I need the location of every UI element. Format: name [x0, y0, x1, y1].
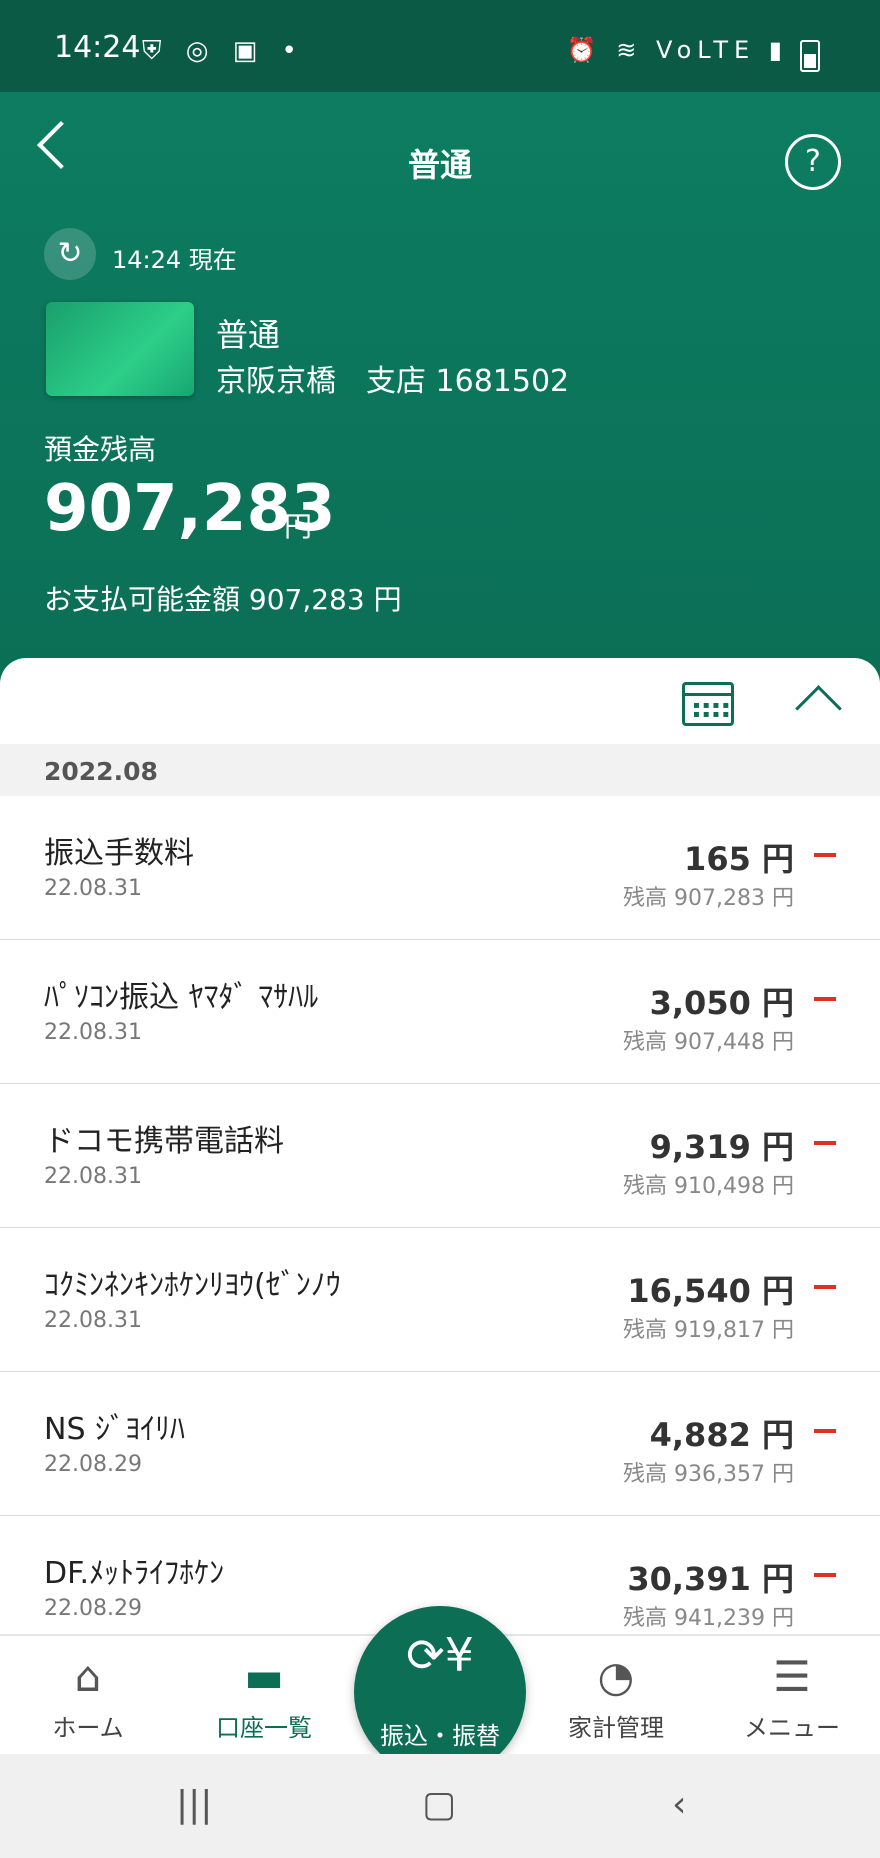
available-amount: お支払可能金額 907,283 円: [44, 583, 402, 616]
transaction-name: DF.ﾒｯﾄﾗｲﾌﾎｹﾝ: [44, 1556, 225, 1591]
home-system-icon[interactable]: ▢: [422, 1784, 456, 1825]
transaction-name: ドコモ携帯電話料: [44, 1124, 284, 1159]
withdrawal-minus-icon: [814, 1141, 836, 1145]
nav-accounts-label: 口座一覧: [216, 1714, 312, 1742]
transaction-row[interactable]: ｺｸﾐﾝﾈﾝｷﾝﾎｹﾝﾘﾖｳ(ｾﾞﾝﾉｳ 22.08.31 16,540 円 残…: [0, 1228, 880, 1373]
transaction-row[interactable]: NS ｼﾞﾖｲﾘﾊ 22.08.29 4,882 円 残高 936,357 円: [0, 1372, 880, 1517]
transaction-row[interactable]: ﾊﾟｿｺﾝ振込 ﾔﾏﾀﾞ ﾏｻﾊﾙ 22.08.31 3,050 円 残高 90…: [0, 940, 880, 1085]
page-title: 普通: [407, 146, 472, 184]
transaction-balance: 残高 941,239 円: [623, 1606, 794, 1631]
transaction-balance: 残高 910,498 円: [623, 1174, 794, 1199]
withdrawal-minus-icon: [814, 853, 836, 857]
recent-apps-icon[interactable]: |||: [176, 1784, 212, 1825]
withdrawal-minus-icon: [814, 1429, 836, 1433]
balance-label: 預金残高: [44, 433, 157, 466]
home-icon: ⌂: [74, 1652, 102, 1701]
account-card-icon: ▬: [244, 1652, 284, 1701]
transaction-date: 22.08.29: [44, 1596, 142, 1621]
transaction-date: 22.08.31: [44, 876, 142, 901]
transaction-row[interactable]: 振込手数料 22.08.31 165 円 残高 907,283 円: [0, 796, 880, 941]
status-notification-icons: ⛨ ◎ ▣ •: [142, 36, 305, 66]
nav-home-label: ホーム: [52, 1714, 124, 1742]
transaction-date: 22.08.31: [44, 1308, 142, 1333]
pie-chart-icon: ◔: [597, 1652, 635, 1701]
help-button[interactable]: ?: [785, 134, 841, 190]
status-time: 14:24: [54, 30, 141, 65]
transaction-name: ｺｸﾐﾝﾈﾝｷﾝﾎｹﾝﾘﾖｳ(ｾﾞﾝﾉｳ: [44, 1268, 341, 1303]
battery-icon: [800, 40, 820, 72]
transaction-balance: 残高 936,357 円: [623, 1462, 794, 1487]
transaction-amount: 30,391 円: [627, 1560, 794, 1598]
refresh-icon[interactable]: ↻: [44, 228, 96, 280]
transaction-date: 22.08.29: [44, 1452, 142, 1477]
transaction-date: 22.08.31: [44, 1020, 142, 1045]
month-label: 2022.08: [44, 757, 158, 786]
transaction-amount: 4,882 円: [649, 1416, 794, 1454]
withdrawal-minus-icon: [814, 1573, 836, 1577]
nav-household[interactable]: ◔ 家計管理: [528, 1636, 704, 1756]
transaction-name: ﾊﾟｿｺﾝ振込 ﾔﾏﾀﾞ ﾏｻﾊﾙ: [44, 980, 319, 1015]
update-time: 14:24 現在: [112, 246, 237, 274]
transaction-amount: 165 円: [684, 840, 794, 878]
transaction-name: NS ｼﾞﾖｲﾘﾊ: [44, 1412, 186, 1447]
transaction-name: 振込手数料: [44, 836, 194, 871]
month-header: 2022.08: [0, 744, 880, 796]
transaction-amount: 16,540 円: [627, 1272, 794, 1310]
status-system-icons: ⏰ ≋ VoLTE ▮: [566, 36, 788, 64]
transfer-button[interactable]: ⟳¥ 振込・振替: [354, 1606, 526, 1778]
withdrawal-minus-icon: [814, 997, 836, 1001]
nav-accounts[interactable]: ▬ 口座一覧: [176, 1636, 352, 1756]
transaction-balance: 残高 907,283 円: [623, 886, 794, 911]
account-branch-number: 京阪京橋 支店 1681502: [216, 364, 570, 399]
nav-home[interactable]: ⌂ ホーム: [0, 1636, 176, 1756]
account-card-image: [46, 302, 194, 396]
yen-exchange-icon: ⟳¥: [406, 1628, 474, 1682]
withdrawal-minus-icon: [814, 1285, 836, 1289]
calendar-icon[interactable]: ▪▪▪▪ ▪▪▪▪: [682, 682, 734, 726]
system-nav-bar: ||| ▢ ‹: [0, 1754, 880, 1858]
transaction-date: 22.08.31: [44, 1164, 142, 1189]
hamburger-menu-icon: ☰: [773, 1652, 811, 1701]
nav-menu[interactable]: ☰ メニュー: [704, 1636, 880, 1756]
nav-menu-label: メニュー: [744, 1714, 840, 1742]
balance-unit: 円: [284, 510, 313, 543]
transaction-balance: 残高 907,448 円: [623, 1030, 794, 1055]
nav-household-label: 家計管理: [568, 1714, 664, 1742]
transaction-amount: 9,319 円: [649, 1128, 794, 1166]
account-name: 普通: [216, 316, 281, 354]
transaction-amount: 3,050 円: [649, 984, 794, 1022]
transaction-balance: 残高 919,817 円: [623, 1318, 794, 1343]
transfer-button-label: 振込・振替: [380, 1722, 500, 1750]
back-system-icon[interactable]: ‹: [672, 1784, 686, 1825]
transaction-row[interactable]: ドコモ携帯電話料 22.08.31 9,319 円 残高 910,498 円: [0, 1084, 880, 1229]
